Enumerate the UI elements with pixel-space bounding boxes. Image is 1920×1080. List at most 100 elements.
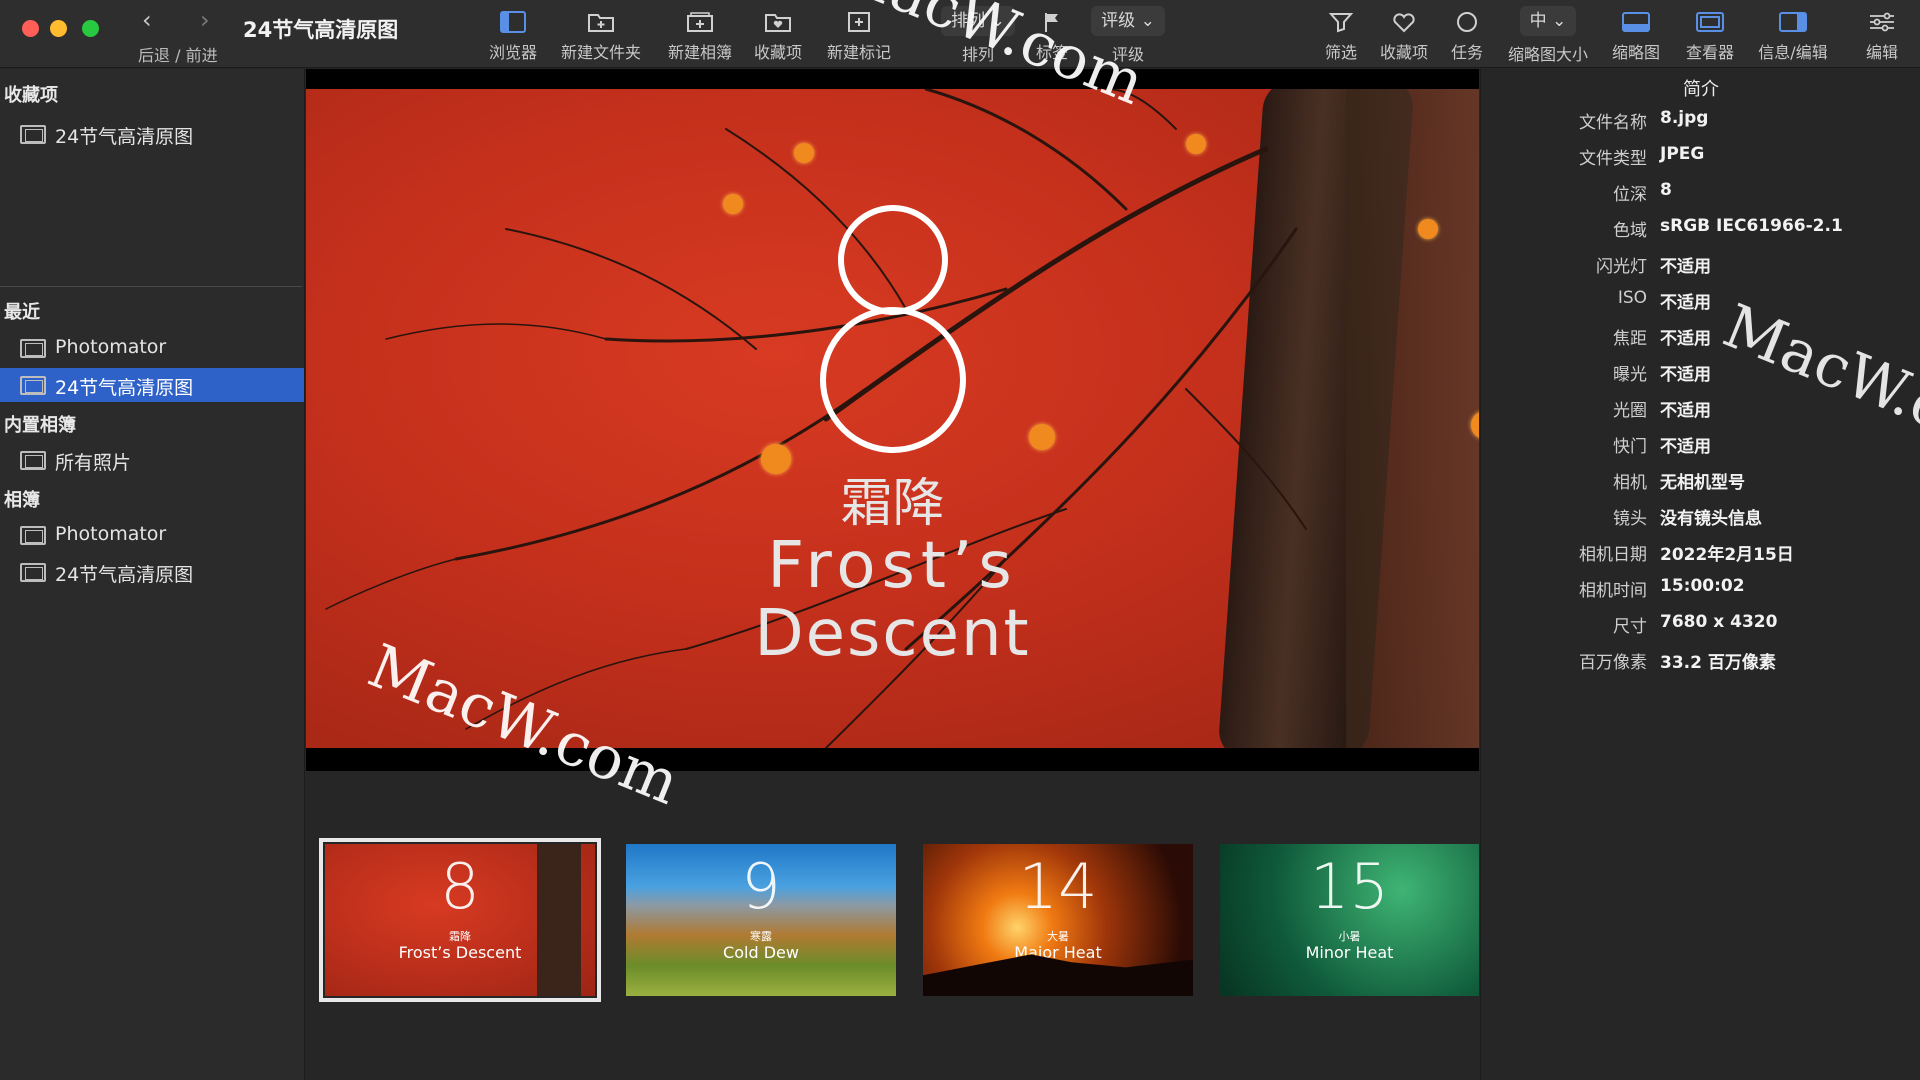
favorites-section-header: 收藏项 <box>4 85 58 106</box>
sidebar-item-label: Photomator <box>55 336 167 358</box>
info-key: 百万像素 <box>1579 653 1647 673</box>
zoom-window-button[interactable] <box>82 20 99 37</box>
info-key: 相机时间 <box>1579 581 1647 601</box>
info-value[interactable]: 8.jpg <box>1660 108 1708 128</box>
new-marker-button[interactable]: 新建标记 <box>818 6 900 64</box>
browser-button[interactable]: 浏览器 <box>485 6 541 64</box>
chevron-down-icon: ⌄ <box>990 11 1005 31</box>
chevron-down-icon: ⌄ <box>1140 11 1155 31</box>
info-key: 焦距 <box>1613 329 1647 349</box>
info-value: 15:00:02 <box>1660 576 1745 596</box>
solar-term-chinese: 霜降 <box>840 474 945 534</box>
back-chevron-icon[interactable]: ‹ <box>142 6 152 34</box>
new-folder-button[interactable]: 新建文件夹 <box>555 6 647 64</box>
thumbnail-size-menu[interactable]: 中 ⌄ 缩略图大小 <box>1500 6 1596 64</box>
thumbnail-major-heat[interactable]: 14 大暑 Major Heat <box>923 844 1193 996</box>
info-key: 镜头 <box>1613 509 1647 529</box>
edit-button[interactable]: 编辑 <box>1858 6 1906 64</box>
viewer-label: 查看器 <box>1685 43 1734 62</box>
thumbnail-number: 15 <box>1310 850 1389 923</box>
rating-dropdown[interactable]: 评级 ⌄ <box>1091 6 1165 36</box>
sidebar-item-label: 24节气高清原图 <box>55 126 194 148</box>
thumbnail-english: Minor Heat <box>1305 943 1394 962</box>
info-key: 光圈 <box>1613 401 1647 421</box>
thumbnail-english: Frost’s Descent <box>398 943 522 962</box>
rating-pill-label: 评级 <box>1101 11 1136 31</box>
thumbnail-chinese: 小暑 <box>1338 930 1361 943</box>
sidebar-item-favorite-24jieqi[interactable]: 24节气高清原图 <box>0 117 304 151</box>
info-value: 7680 x 4320 <box>1660 612 1778 632</box>
filmstrip: 8 霜降 Frost’s Descent 9 寒露 Cold Dew 14 大暑… <box>306 772 1479 1080</box>
sort-menu[interactable]: 排列 ⌄ 排列 <box>940 6 1016 64</box>
image-viewer: 霜降 Frost’s Descent <box>306 69 1479 771</box>
sidebar-item-all-photos[interactable]: 所有照片 <box>0 443 304 477</box>
thumbnail-size-dropdown[interactable]: 中 ⌄ <box>1519 6 1577 36</box>
builtin-section-header: 内置相簿 <box>4 415 76 436</box>
album-icon <box>20 563 46 582</box>
thumbnail-minor-heat[interactable]: 15 小暑 Minor Heat <box>1220 844 1479 996</box>
nav-arrows: ‹ › <box>142 6 222 34</box>
filter-button[interactable]: 筛选 <box>1318 6 1364 64</box>
main-photo[interactable]: 霜降 Frost’s Descent <box>306 89 1479 748</box>
viewer-icon <box>1696 12 1724 32</box>
thumbnail-cold-dew[interactable]: 9 寒露 Cold Dew <box>626 844 896 996</box>
info-row-megapixels: 百万像素 33.2 百万像素 <box>1481 645 1920 675</box>
viewer-button[interactable]: 查看器 <box>1680 6 1740 64</box>
info-row-aperture: 光圈 不适用 <box>1481 393 1920 423</box>
sort-label: 排列 <box>961 45 994 64</box>
sidebar-icon <box>500 11 526 33</box>
info-key: 文件名称 <box>1579 113 1647 133</box>
info-row-lens: 镜头 没有镜头信息 <box>1481 501 1920 531</box>
sidebar-item-recent-photomator[interactable]: Photomator <box>0 331 304 365</box>
info-edit-button[interactable]: 信息/编辑 <box>1752 6 1834 64</box>
info-key: 位深 <box>1613 185 1647 205</box>
sidebar-item-label: 所有照片 <box>55 452 132 474</box>
info-row-camera-time: 相机时间 15:00:02 <box>1481 573 1920 603</box>
album-icon <box>20 526 46 545</box>
persimmon <box>1029 424 1055 450</box>
info-value: 没有镜头信息 <box>1660 509 1762 529</box>
sidebar-item-recent-24jieqi[interactable]: 24节气高清原图 <box>0 368 304 402</box>
info-key: 曝光 <box>1613 365 1647 385</box>
solar-term-english-line2: Descent <box>754 597 1031 671</box>
nav-label: 后退 / 前进 <box>138 46 218 65</box>
info-key: 相机日期 <box>1579 545 1647 565</box>
thumbnail-frosts-descent[interactable]: 8 霜降 Frost’s Descent <box>319 838 601 1002</box>
sort-pill-label: 排列 <box>951 11 986 31</box>
flag-icon <box>1045 13 1058 32</box>
info-row-filetype: 文件类型 JPEG <box>1481 141 1920 171</box>
thumbnail-number: 14 <box>1018 850 1098 923</box>
task-button[interactable]: 任务 <box>1444 6 1490 64</box>
persimmon <box>1418 219 1438 239</box>
rating-menu[interactable]: 评级 ⌄ 评级 <box>1088 6 1168 64</box>
info-value: sRGB IEC61966-2.1 <box>1660 216 1843 236</box>
tag-button[interactable]: 标签 <box>1030 6 1074 64</box>
sidebar-item-album-photomator[interactable]: Photomator <box>0 518 304 552</box>
info-panel: 简介 文件名称 8.jpg 文件类型 JPEG 位深 8 色域 sRGB IEC6196… <box>1480 69 1920 1080</box>
favorites-button[interactable]: 收藏项 <box>751 6 805 64</box>
favorite-item-button[interactable]: 收藏项 <box>1376 6 1432 64</box>
inspector-panel-icon <box>1779 12 1807 32</box>
forward-chevron-icon[interactable]: › <box>200 6 210 34</box>
info-value: JPEG <box>1660 144 1705 164</box>
new-album-button[interactable]: 新建相簿 <box>658 6 742 64</box>
info-row-colorspace: 色域 sRGB IEC61966-2.1 <box>1481 213 1920 243</box>
sidebar-item-label: 24节气高清原图 <box>55 564 194 586</box>
sidebar-item-label: Photomator <box>55 523 167 545</box>
info-key: 尺寸 <box>1613 617 1647 637</box>
heart-icon <box>1393 13 1415 33</box>
thumbnail-number: 9 <box>741 850 781 923</box>
sidebar-item-album-24jieqi[interactable]: 24节气高清原图 <box>0 555 304 589</box>
sort-dropdown[interactable]: 排列 ⌄ <box>941 6 1015 36</box>
album-plus-icon <box>687 12 713 32</box>
thumbnail-size-value: 中 <box>1529 11 1547 31</box>
minimize-window-button[interactable] <box>50 20 67 37</box>
thumbnails-label: 缩略图 <box>1611 43 1660 62</box>
thumbnails-button[interactable]: 缩略图 <box>1606 6 1666 64</box>
info-row-filename: 文件名称 8.jpg <box>1481 105 1920 135</box>
browser-label: 浏览器 <box>488 43 537 62</box>
info-key: ISO <box>1617 288 1647 308</box>
circle-icon <box>1457 12 1477 32</box>
photos-icon <box>20 451 46 470</box>
close-window-button[interactable] <box>22 20 39 37</box>
